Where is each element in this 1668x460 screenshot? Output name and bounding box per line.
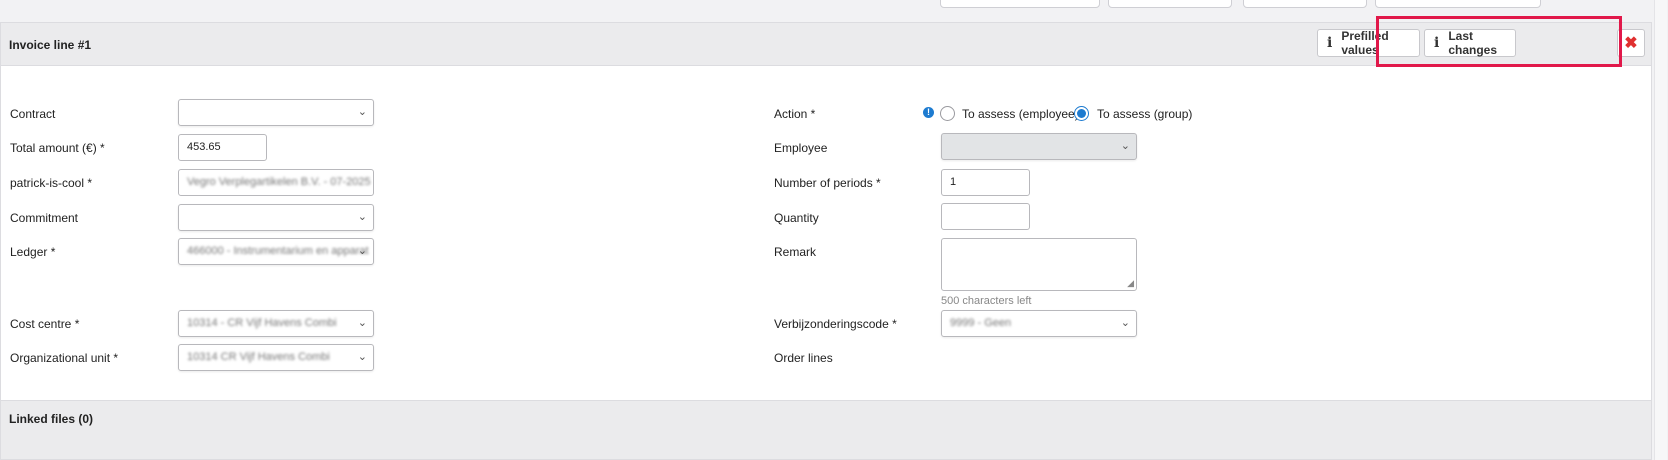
last-changes-label: Last changes (1448, 29, 1498, 57)
order-lines-label: Order lines (774, 351, 833, 365)
chevron-down-icon: ⌄ (357, 317, 367, 329)
number-of-periods-label: Number of periods * (774, 176, 881, 190)
chevron-down-icon: ⌄ (357, 245, 367, 257)
panel-title: Invoice line #1 (9, 38, 92, 52)
organizational-unit-select[interactable]: 10314 CR Vijf Havens Combi ⌄ (178, 344, 374, 371)
radio-assess-employee-label: To assess (employee) (962, 107, 1079, 121)
info-icon: i (1327, 35, 1333, 51)
resize-grip-icon[interactable]: ◢ (1127, 278, 1134, 289)
remark-characters-left: 500 characters left (941, 295, 1032, 307)
employee-select[interactable]: ⌄ (941, 133, 1137, 160)
total-amount-input[interactable]: 453.65 (178, 134, 267, 161)
employee-label: Employee (774, 141, 828, 155)
ledger-value: 466000 - Instrumentarium en apparat (187, 245, 369, 257)
chevron-down-icon: ⌄ (1120, 140, 1130, 152)
chevron-down-icon: ⌄ (357, 351, 367, 363)
cost-centre-label: Cost centre * (10, 317, 80, 331)
commitment-select[interactable]: ⌄ (178, 204, 374, 231)
patrick-is-cool-value: Vegro Verplegartikelen B.V. - 07-2025 (187, 176, 371, 188)
chevron-down-icon: ⌄ (357, 211, 367, 223)
chevron-down-icon: ⌄ (1120, 317, 1130, 329)
prefilled-values-label: Prefilled values (1341, 29, 1389, 57)
linked-files-title: Linked files (0) (9, 412, 94, 426)
radio-assess-employee[interactable] (940, 106, 955, 121)
organizational-unit-value: 10314 CR Vijf Havens Combi (187, 351, 330, 363)
scrollbar[interactable] (1654, 0, 1667, 460)
panel-header: Invoice line #1 i Prefilled values i Las… (1, 23, 1651, 66)
remark-label: Remark (774, 245, 817, 259)
patrick-is-cool-label: patrick-is-cool * (10, 176, 93, 190)
number-of-periods-value: 1 (950, 176, 957, 188)
last-changes-button[interactable]: i Last changes (1424, 29, 1516, 57)
remark-textarea[interactable]: ◢ (941, 238, 1137, 291)
total-amount-value: 453.65 (187, 141, 221, 153)
patrick-is-cool-input[interactable]: Vegro Verplegartikelen B.V. - 07-2025 (178, 169, 374, 196)
invoice-line-panel: Invoice line #1 i Prefilled values i Las… (0, 22, 1652, 412)
total-amount-label: Total amount (€) * (10, 141, 105, 155)
top-toolbar-button-1[interactable] (940, 0, 1100, 8)
verbijzonderingscode-select[interactable]: 9999 - Geen ⌄ (941, 310, 1137, 337)
linked-files-panel[interactable]: Linked files (0) (0, 400, 1652, 460)
delete-line-button[interactable]: ✖ (1617, 29, 1645, 57)
quantity-label: Quantity (774, 211, 819, 225)
top-toolbar-button-4[interactable] (1375, 0, 1541, 8)
top-toolbar-button-2[interactable] (1108, 0, 1232, 8)
cost-centre-value: 10314 - CR Vijf Havens Combi (187, 317, 337, 329)
commitment-label: Commitment (10, 211, 79, 225)
radio-assess-group[interactable] (1074, 106, 1089, 121)
cost-centre-select[interactable]: 10314 - CR Vijf Havens Combi ⌄ (178, 310, 374, 337)
quantity-input[interactable] (941, 203, 1030, 230)
prefilled-values-button[interactable]: i Prefilled values (1317, 29, 1420, 57)
top-toolbar-button-3[interactable] (1243, 0, 1367, 8)
info-icon: i (1434, 35, 1440, 51)
info-icon[interactable]: ! (923, 107, 934, 118)
verbijzonderingscode-label: Verbijzonderingscode * (774, 317, 897, 331)
organizational-unit-label: Organizational unit * (10, 351, 119, 365)
contract-label: Contract (10, 107, 56, 121)
contract-select[interactable]: ⌄ (178, 99, 374, 126)
number-of-periods-input[interactable]: 1 (941, 169, 1030, 196)
ledger-label: Ledger * (10, 245, 56, 259)
action-label: Action * (774, 107, 816, 121)
close-icon: ✖ (1624, 35, 1638, 52)
ledger-select[interactable]: 466000 - Instrumentarium en apparat ⌄ (178, 238, 374, 265)
radio-assess-group-label: To assess (group) (1097, 107, 1193, 121)
verbijzonderingscode-value: 9999 - Geen (950, 317, 1012, 329)
chevron-down-icon: ⌄ (357, 106, 367, 118)
